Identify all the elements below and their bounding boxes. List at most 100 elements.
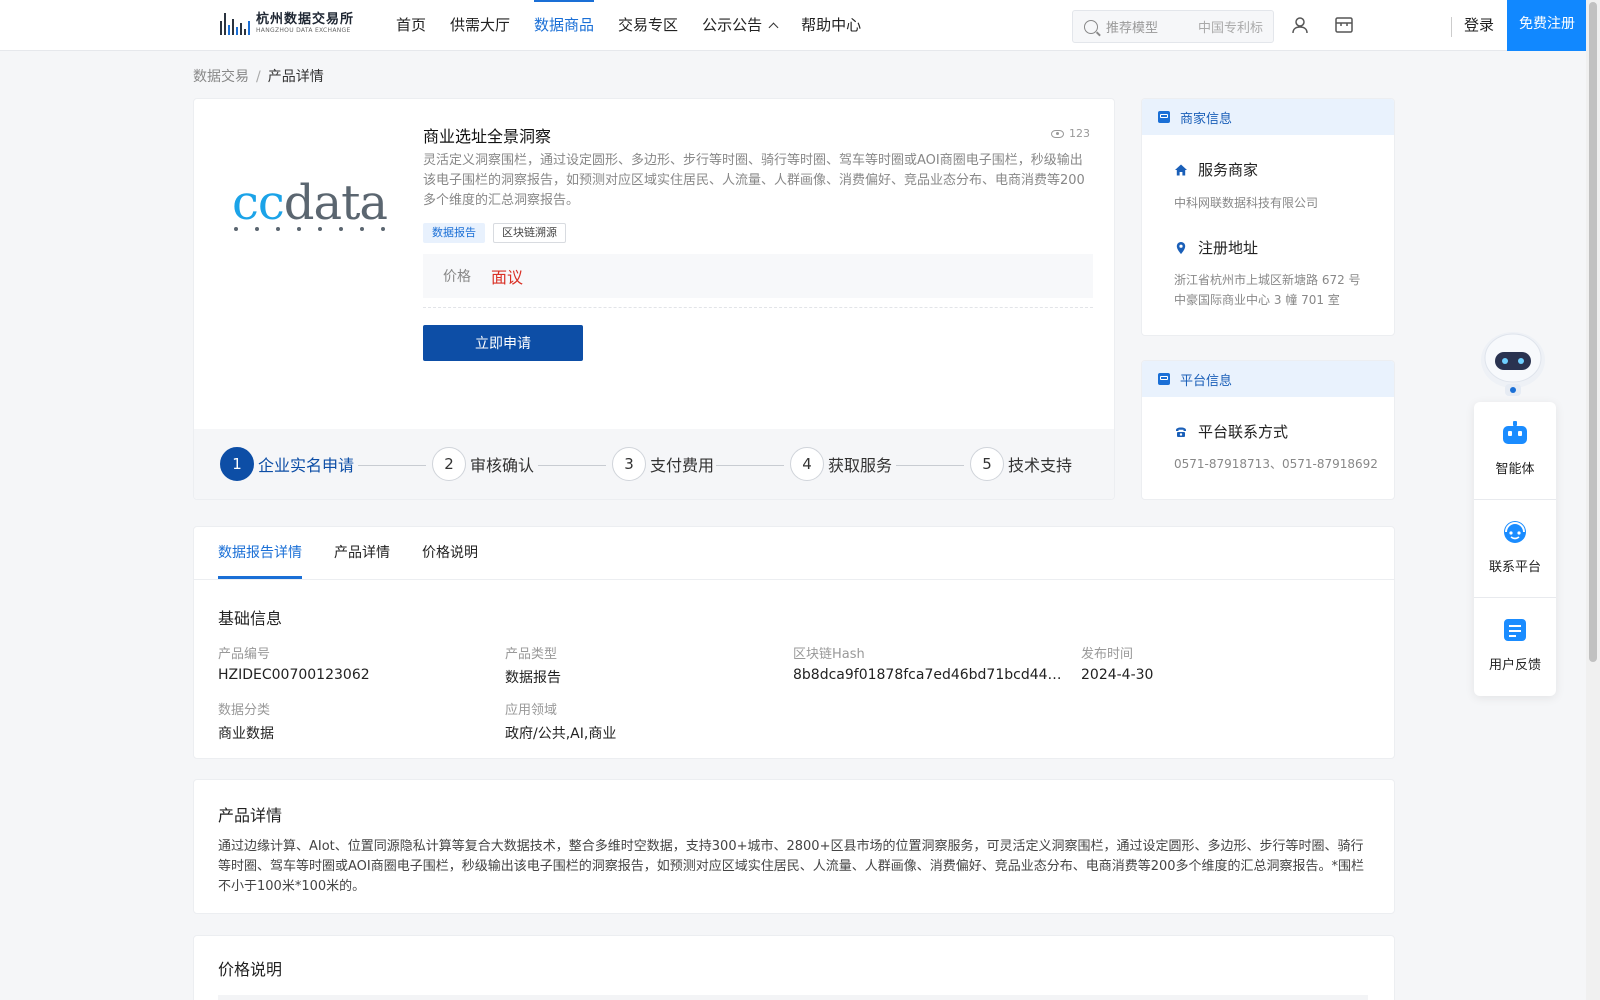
agent-button[interactable]: 智能体 bbox=[1474, 402, 1556, 499]
field-value: 数据报告 bbox=[505, 670, 561, 686]
login-link[interactable]: 登录 bbox=[1464, 0, 1494, 51]
product-logo: ccdata bbox=[232, 175, 388, 231]
nav-home[interactable]: 首页 bbox=[396, 0, 426, 51]
robot-icon bbox=[1503, 421, 1527, 444]
field-publish-date: 发布时间 2024-4-30 bbox=[1081, 643, 1361, 683]
step-connector bbox=[358, 465, 426, 466]
field-value: 商业数据 bbox=[218, 726, 274, 742]
address-value: 浙江省杭州市上城区新塘路 672 号 中豪国际商业中心 3 幢 701 室 bbox=[1174, 270, 1361, 310]
merchant-icon bbox=[1158, 111, 1170, 123]
tab-price-description[interactable]: 价格说明 bbox=[422, 527, 478, 579]
platform-icon bbox=[1158, 373, 1170, 385]
product-detail-text: 通过边缘计算、AIot、位置同源隐私计算等复合大数据技术，整合多维时空数据，支持… bbox=[218, 839, 1365, 894]
field-label: 产品类型 bbox=[505, 647, 558, 662]
floating-actions-panel: 智能体 联系平台 用户反馈 bbox=[1474, 402, 1556, 696]
product-card: ccdata 商业选址全景洞察 123 灵活定义洞察围栏，通过设定圆形、多边形、… bbox=[193, 98, 1115, 500]
nav-supply-demand[interactable]: 供需大厅 bbox=[450, 0, 510, 51]
platform-info-title: 平台信息 bbox=[1180, 373, 1233, 389]
view-count-value: 123 bbox=[1069, 127, 1090, 140]
platform-contact-title: 平台联系方式 bbox=[1174, 421, 1288, 442]
step-3-number: 3 bbox=[612, 447, 646, 481]
platform-contact-value: 0571-87918713、0571-87918692 bbox=[1174, 457, 1378, 471]
chevron-up-icon bbox=[768, 22, 779, 33]
merchant-info-title: 商家信息 bbox=[1180, 111, 1233, 127]
tab-data-report-detail[interactable]: 数据报告详情 bbox=[218, 527, 302, 579]
eye-icon bbox=[1051, 129, 1064, 138]
price-description-panel: 价格说明 bbox=[193, 935, 1395, 1000]
step-connector bbox=[716, 465, 784, 466]
step-3: 3 支付费用 bbox=[612, 447, 714, 481]
field-application-domain: 应用领域 政府/公共,AI,商业 bbox=[505, 699, 785, 743]
breadcrumb-parent[interactable]: 数据交易 bbox=[193, 69, 249, 85]
field-label: 数据分类 bbox=[218, 703, 271, 718]
platform-info-card: 平台信息 平台联系方式 0571-87918713、0571-87918692 bbox=[1141, 360, 1395, 500]
step-1: 1 企业实名申请 bbox=[220, 447, 354, 481]
tag-blockchain: 区块链溯源 bbox=[493, 223, 566, 243]
nav-announcements-label: 公示公告 bbox=[702, 16, 763, 34]
field-value: 8b8dca9f01878fca7ed46bd71bcd44365f4... bbox=[793, 667, 1068, 683]
address-line-2: 中豪国际商业中心 3 幢 701 室 bbox=[1174, 293, 1340, 307]
product-detail-panel: 产品详情 通过边缘计算、AIot、位置同源隐私计算等复合大数据技术，整合多维时空… bbox=[193, 779, 1395, 914]
step-1-number: 1 bbox=[220, 447, 254, 481]
address-title: 注册地址 bbox=[1174, 237, 1258, 258]
price-table-header bbox=[218, 995, 1368, 1000]
location-pin-icon bbox=[1176, 241, 1186, 254]
feedback-button[interactable]: 用户反馈 bbox=[1474, 598, 1556, 695]
field-product-id: 产品编号 HZIDEC00700123062 bbox=[218, 643, 498, 683]
feedback-label: 用户反馈 bbox=[1488, 658, 1541, 673]
field-label: 产品编号 bbox=[218, 647, 271, 662]
search-hint: 中国专利标 bbox=[1198, 21, 1264, 36]
contact-platform-label: 联系平台 bbox=[1488, 560, 1541, 575]
user-icon[interactable] bbox=[1290, 15, 1310, 35]
phone-icon bbox=[1176, 427, 1186, 437]
scrollbar-thumb[interactable] bbox=[1589, 2, 1597, 662]
field-label: 发布时间 bbox=[1081, 647, 1134, 662]
home-icon bbox=[1175, 164, 1187, 175]
step-2-label: 审核确认 bbox=[470, 456, 535, 475]
agent-label: 智能体 bbox=[1495, 462, 1535, 477]
search-icon bbox=[1084, 19, 1098, 34]
search-box[interactable]: 推荐模型 中国专利标 bbox=[1072, 10, 1274, 43]
step-4: 4 获取服务 bbox=[790, 447, 892, 481]
service-merchant-label: 服务商家 bbox=[1198, 161, 1259, 179]
robot-assistant-icon[interactable] bbox=[1475, 326, 1551, 402]
product-description: 灵活定义洞察围栏，通过设定圆形、多边形、步行等时圈、骑行等时圈、驾车等时圈或AO… bbox=[423, 153, 1085, 208]
step-4-number: 4 bbox=[790, 447, 824, 481]
tab-product-detail[interactable]: 产品详情 bbox=[334, 527, 390, 579]
merchant-info-header: 商家信息 bbox=[1142, 99, 1394, 135]
site-logo[interactable]: 杭州数据交易所 HANGZHOU DATA EXCHANGE bbox=[220, 12, 354, 35]
nav-trade-zone[interactable]: 交易专区 bbox=[618, 0, 678, 51]
register-button[interactable]: 免费注册 bbox=[1507, 0, 1587, 51]
main-nav: 首页 供需大厅 数据商品 交易专区 公示公告 帮助中心 bbox=[396, 0, 885, 51]
field-blockchain-hash: 区块链Hash 8b8dca9f01878fca7ed46bd71bcd4436… bbox=[793, 643, 1068, 683]
step-5-number: 5 bbox=[970, 447, 1004, 481]
headset-icon bbox=[1504, 521, 1526, 543]
logo-mark-icon bbox=[220, 12, 250, 35]
service-merchant-title: 服务商家 bbox=[1174, 159, 1258, 180]
field-product-type: 产品类型 数据报告 bbox=[505, 643, 785, 687]
platform-info-header: 平台信息 bbox=[1142, 361, 1394, 397]
field-value: HZIDEC00700123062 bbox=[218, 667, 370, 683]
step-5: 5 技术支持 bbox=[970, 447, 1072, 481]
apply-button[interactable]: 立即申请 bbox=[423, 325, 583, 361]
logo-title: 杭州数据交易所 bbox=[256, 12, 355, 27]
step-2-number: 2 bbox=[432, 447, 466, 481]
step-3-label: 支付费用 bbox=[650, 456, 715, 475]
field-value: 政府/公共,AI,商业 bbox=[505, 726, 617, 742]
product-tags: 数据报告 区块链溯源 bbox=[423, 223, 566, 243]
step-1-label: 企业实名申请 bbox=[258, 456, 355, 475]
logo-dots bbox=[234, 227, 385, 231]
page-scrollbar[interactable] bbox=[1586, 0, 1600, 1000]
step-5-label: 技术支持 bbox=[1008, 456, 1073, 475]
search-input[interactable]: 推荐模型 bbox=[1106, 17, 1198, 36]
nav-announcements[interactable]: 公示公告 bbox=[702, 0, 779, 51]
header-divider bbox=[1451, 17, 1452, 37]
feedback-icon bbox=[1504, 619, 1526, 641]
contact-platform-button[interactable]: 联系平台 bbox=[1474, 500, 1556, 597]
price-description-title: 价格说明 bbox=[218, 960, 283, 979]
nav-data-products[interactable]: 数据商品 bbox=[534, 0, 595, 51]
nav-help-center[interactable]: 帮助中心 bbox=[801, 0, 861, 51]
tabs-divider bbox=[194, 579, 1394, 580]
store-icon[interactable] bbox=[1334, 15, 1354, 35]
top-header: 杭州数据交易所 HANGZHOU DATA EXCHANGE 首页 供需大厅 数… bbox=[0, 0, 1600, 51]
